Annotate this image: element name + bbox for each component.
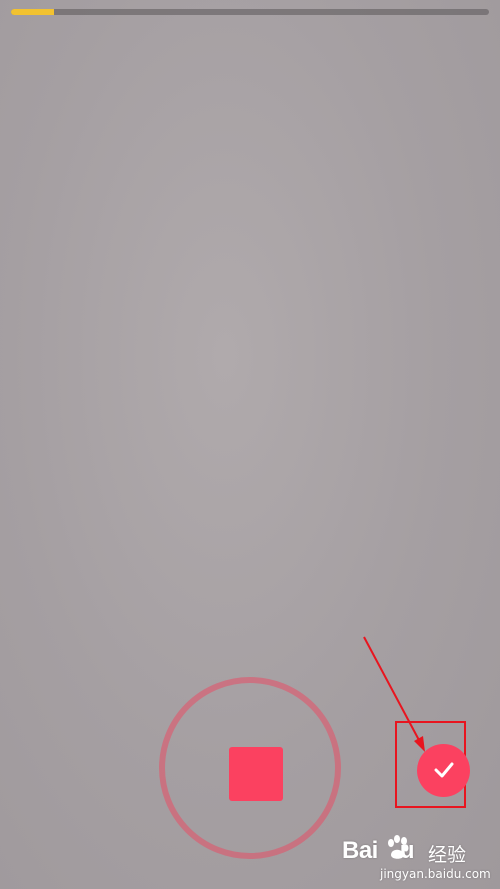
- stop-recording-button[interactable]: [159, 677, 341, 859]
- baidu-jingyan-watermark: Baiu 经验 jingyan.baidu.com: [342, 835, 492, 885]
- recording-progress-bar: [11, 9, 489, 15]
- watermark-logo-left: Bai: [342, 837, 378, 864]
- recording-progress-fill: [11, 9, 55, 15]
- watermark-url: jingyan.baidu.com: [380, 867, 491, 881]
- check-icon: [434, 762, 454, 778]
- confirm-button[interactable]: [417, 744, 470, 797]
- stop-square-icon: [229, 747, 283, 801]
- paw-icon: [388, 835, 409, 859]
- watermark-name: 经验: [428, 844, 467, 866]
